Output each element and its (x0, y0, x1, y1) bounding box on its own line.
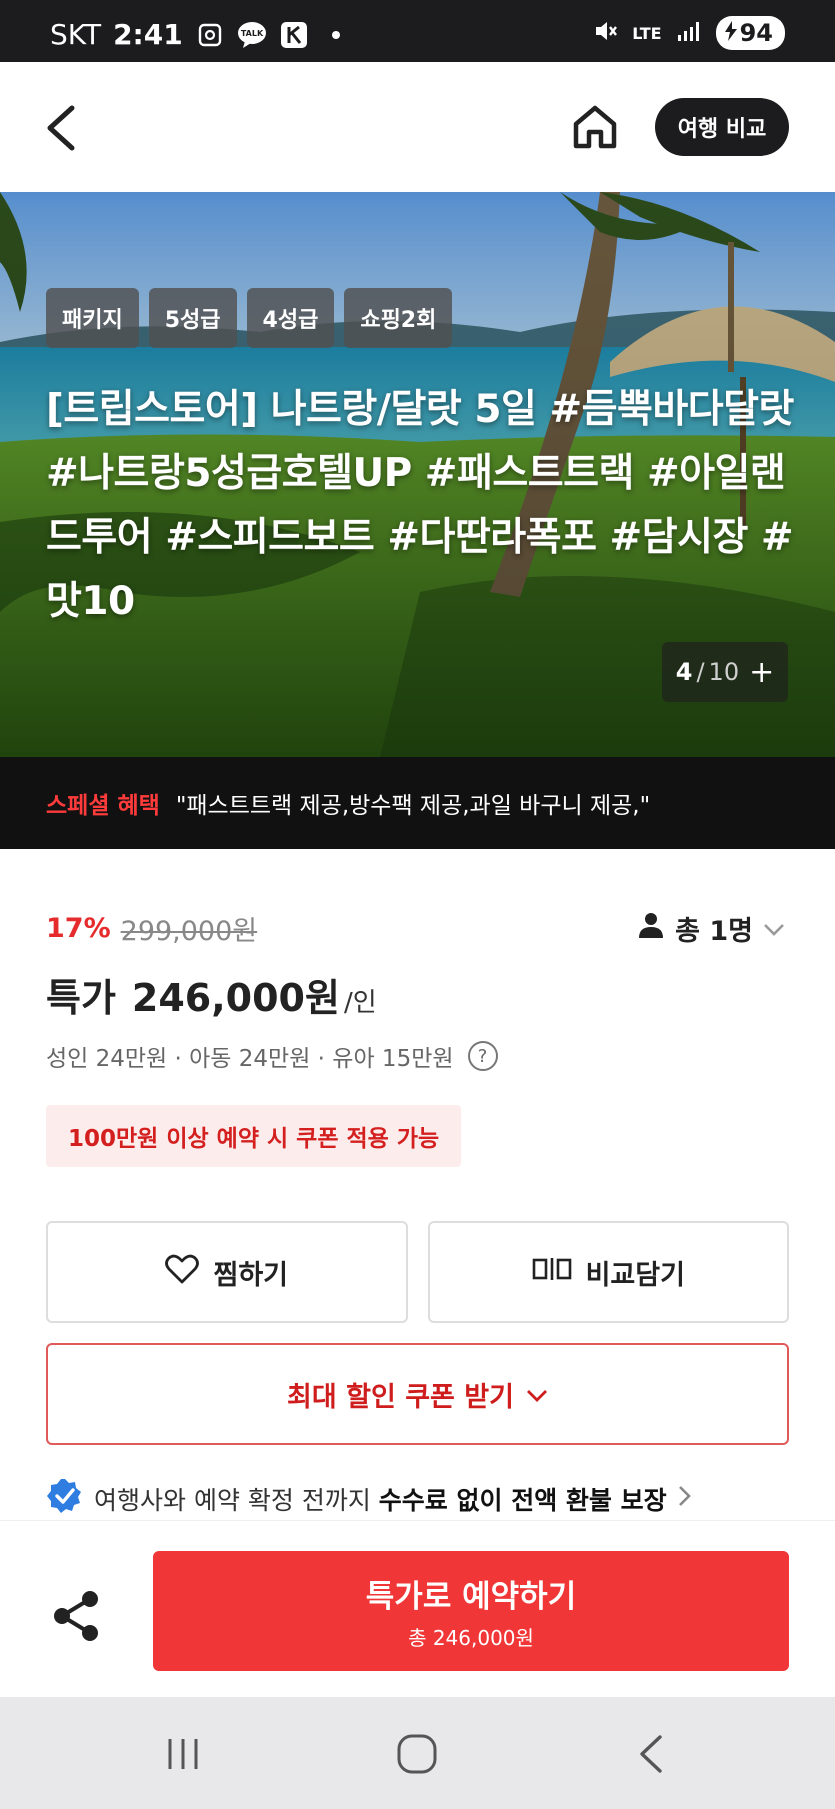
top-navigation: 여행 비교 (0, 62, 835, 192)
special-benefit-label: 스페셜 혜택 (46, 793, 160, 819)
back-button[interactable] (38, 100, 88, 156)
app-notification-icon (279, 20, 309, 50)
mute-icon (592, 18, 618, 49)
svg-text:TALK: TALK (241, 29, 264, 38)
person-icon (637, 911, 665, 946)
discount-row: 17% 299,000원 (46, 909, 257, 948)
trip-compare-button[interactable]: 여행 비교 (655, 98, 789, 156)
current-image-index: 4 (675, 658, 693, 686)
compare-icon (532, 1257, 572, 1288)
add-compare-label: 비교담기 (585, 1259, 685, 1291)
refund-text: 여행사와 예약 확정 전까지 수수료 없이 전액 환불 보장 (94, 1481, 667, 1517)
status-bar: SKT 2:41 TALK LTE 94 (0, 0, 835, 62)
sale-price-unit: /인 (343, 988, 377, 1018)
verified-badge-icon (46, 1477, 84, 1521)
total-image-count: 10 (708, 658, 740, 686)
special-benefit-bar: 스페셜 혜택 "패스트트랙 제공,방수팩 제공,과일 바구니 제공," (0, 757, 835, 849)
chevron-down-icon (763, 913, 785, 944)
coupon-condition-badge: 100만원 이상 예약 시 쿠폰 적용 가능 (46, 1105, 462, 1167)
sale-price-value: 246,000원 (131, 976, 340, 1020)
wishlist-button[interactable]: 찜하기 (46, 1221, 408, 1323)
action-button-row: 찜하기 비교담기 (46, 1221, 789, 1323)
hero-gallery[interactable]: 패키지 5성급 4성급 쇼핑2회 [트립스토어] 나트랑/달랏 5일 #듬뿍바다… (0, 192, 835, 757)
signal-icon (676, 19, 702, 48)
tag-package: 패키지 (46, 288, 139, 348)
network-label: LTE (632, 23, 662, 43)
battery-indicator: 94 (715, 16, 785, 50)
chevron-right-icon (677, 1484, 693, 1514)
screenshot-icon (195, 20, 225, 50)
product-title: [트립스토어] 나트랑/달랏 5일 #듬뿍바다달랏 #나트랑5성급호텔UP #패… (46, 387, 794, 624)
bottom-booking-bar: 특가로 예약하기 총 246,000원 (0, 1521, 835, 1697)
home-system-button[interactable] (392, 1729, 442, 1779)
discount-percent: 17% (46, 913, 111, 944)
refund-text-prefix: 여행사와 예약 확정 전까지 (94, 1486, 379, 1515)
wishlist-label: 찜하기 (213, 1259, 289, 1291)
charging-icon (724, 19, 738, 47)
book-now-button[interactable]: 특가로 예약하기 총 246,000원 (153, 1551, 789, 1671)
tag-5star: 5성급 (148, 288, 237, 348)
expand-gallery-icon: + (749, 654, 775, 690)
clock: 2:41 (113, 18, 183, 51)
age-price-breakdown: 성인 24만원 · 아동 24만원 · 유아 15만원 ? (46, 1039, 498, 1073)
refund-guarantee-link[interactable]: 여행사와 예약 확정 전까지 수수료 없이 전액 환불 보장 (46, 1477, 693, 1521)
dot-icon (321, 20, 351, 50)
get-coupon-label: 최대 할인 쿠폰 받기 (287, 1381, 514, 1413)
image-counter[interactable]: 4 / 10 + (662, 642, 788, 702)
special-benefit-text: "패스트트랙 제공,방수팩 제공,과일 바구니 제공," (175, 793, 651, 819)
talk-icon: TALK (237, 20, 267, 50)
age-price-text: 성인 24만원 · 아동 24만원 · 유아 15만원 (46, 1046, 454, 1072)
tag-4star: 4성급 (246, 288, 335, 348)
carrier-label: SKT (50, 18, 102, 51)
refund-text-bold: 수수료 없이 전액 환불 보장 (378, 1486, 667, 1515)
battery-level: 94 (739, 19, 773, 47)
system-navigation-bar (0, 1697, 835, 1809)
sale-price-label: 특가 (46, 976, 116, 1020)
share-button[interactable] (46, 1585, 108, 1647)
chevron-down-icon (526, 1379, 548, 1410)
help-icon[interactable]: ? (467, 1041, 498, 1071)
counter-separator: / (696, 658, 705, 686)
sale-price: 특가 246,000원 /인 (46, 967, 377, 1022)
traveler-count-selector[interactable]: 총 1명 (637, 909, 785, 948)
book-total-price: 총 246,000원 (408, 1626, 534, 1650)
recent-apps-button[interactable] (158, 1729, 208, 1779)
home-button[interactable] (570, 102, 620, 152)
back-system-button[interactable] (628, 1729, 678, 1779)
add-compare-button[interactable]: 비교담기 (427, 1221, 789, 1323)
get-coupon-button[interactable]: 최대 할인 쿠폰 받기 (46, 1343, 789, 1445)
tag-shopping: 쇼핑2회 (344, 288, 453, 348)
book-now-label: 특가로 예약하기 (365, 1579, 577, 1615)
original-price: 299,000원 (120, 916, 258, 947)
tag-list: 패키지 5성급 4성급 쇼핑2회 (46, 288, 453, 348)
heart-icon (165, 1254, 200, 1291)
traveler-count: 총 1명 (675, 916, 753, 947)
